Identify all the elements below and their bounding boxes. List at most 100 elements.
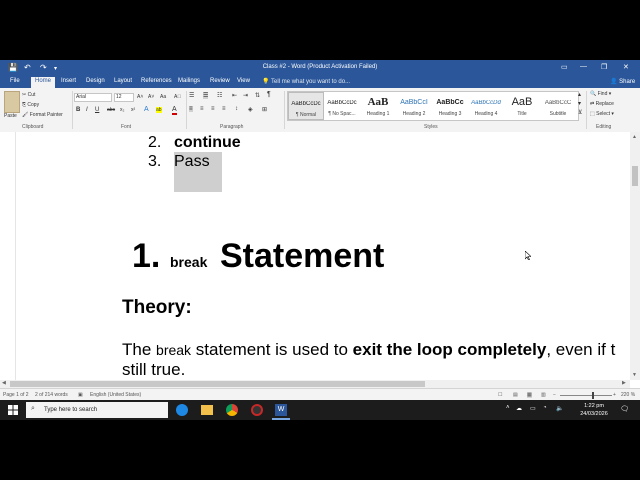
strikethrough-button[interactable]: abc (107, 107, 115, 113)
scroll-down-icon[interactable]: ▼ (632, 372, 637, 378)
styles-scroll-down-icon[interactable]: ▾ (578, 100, 581, 107)
tab-insert[interactable]: Insert (61, 78, 76, 84)
styles-more-icon[interactable]: ⊻ (578, 109, 582, 116)
ribbon-display-options-icon[interactable]: ▭ (561, 63, 568, 71)
align-center-icon[interactable]: ≡ (200, 106, 204, 112)
style-normal[interactable]: AaBbCcDc ¶ Normal (288, 92, 324, 120)
multilevel-list-icon[interactable]: ☷ (217, 92, 222, 99)
page-count[interactable]: Page 1 of 2 (3, 392, 29, 398)
borders-icon[interactable]: ⊞ (262, 106, 267, 113)
shading-icon[interactable]: ◈ (248, 106, 253, 113)
change-case-button[interactable]: Aa (160, 94, 166, 100)
font-size-box[interactable]: 12 (114, 93, 134, 102)
shrink-font-button[interactable]: A˅ (148, 94, 154, 100)
style-heading-1[interactable]: AaB Heading 1 (360, 92, 396, 120)
zoom-level[interactable]: 220 % (621, 392, 635, 398)
maximize-button[interactable]: ❐ (601, 63, 607, 71)
find-button[interactable]: 🔍 Find ▾ (590, 91, 611, 97)
cloud-icon[interactable]: ☁ (516, 405, 522, 412)
document-area[interactable]: 2. continue 3. Pass 1. break Statement T… (0, 132, 630, 388)
windows-start-icon[interactable] (8, 405, 18, 415)
scroll-left-icon[interactable]: ◀ (2, 380, 6, 386)
minimize-button[interactable]: — (580, 63, 587, 70)
paste-button[interactable]: Paste (4, 113, 17, 119)
word-taskbar-icon[interactable]: W (275, 404, 287, 416)
style-subtitle[interactable]: AaBbCcC Subtitle (540, 92, 576, 120)
proofing-icon[interactable]: ▣ (78, 392, 83, 398)
justify-icon[interactable]: ≡ (222, 106, 226, 112)
style-heading-4[interactable]: AaBbCcDd Heading 4 (468, 92, 504, 120)
select-button[interactable]: ⬚ Select ▾ (590, 111, 614, 117)
replace-button[interactable]: ⇄ Replace (590, 101, 614, 107)
notification-icon[interactable]: 🗨 (620, 405, 629, 413)
tab-layout[interactable]: Layout (114, 78, 132, 84)
tell-me-search[interactable]: 💡 Tell me what you want to do... (262, 78, 350, 85)
share-button[interactable]: 👤 Share (610, 78, 635, 85)
vertical-scrollbar[interactable]: ▲ ▼ (630, 132, 640, 380)
vertical-scroll-thumb[interactable] (632, 166, 638, 186)
focus-mode-icon[interactable]: ☐ (498, 392, 502, 398)
grow-font-button[interactable]: A˄ (137, 94, 143, 100)
style-no-spacing[interactable]: AaBbCcDc ¶ No Spac... (324, 92, 360, 120)
show-hide-icon[interactable]: ¶ (267, 91, 271, 98)
numbering-icon[interactable]: ☰ (203, 92, 209, 99)
horizontal-scroll-thumb[interactable] (10, 381, 425, 387)
align-right-icon[interactable]: ≡ (211, 106, 215, 112)
font-name-box[interactable]: Arial (74, 93, 112, 102)
taskbar-clock[interactable]: 1:22 pm 24/03/2026 (574, 402, 614, 418)
scroll-right-icon[interactable]: ▶ (622, 380, 626, 386)
superscript-button[interactable]: x² (131, 107, 135, 113)
zoom-out-icon[interactable]: − (553, 392, 556, 398)
horizontal-scrollbar[interactable]: ◀ ▶ (0, 380, 630, 388)
decrease-indent-icon[interactable]: ⇤ (232, 92, 237, 99)
text-effects-button[interactable]: A (144, 106, 149, 113)
tab-view[interactable]: View (237, 78, 250, 84)
sort-icon[interactable]: ⇅ (255, 92, 260, 99)
tab-design[interactable]: Design (86, 78, 105, 84)
edge-icon[interactable] (176, 404, 188, 416)
network-icon[interactable]: ◔ (543, 405, 547, 411)
bold-button[interactable]: B (76, 107, 80, 113)
style-title[interactable]: AaB Title (504, 92, 540, 120)
increase-indent-icon[interactable]: ⇥ (243, 92, 248, 99)
window-title: Class #2 - Word (Product Activation Fail… (262, 64, 378, 70)
style-heading-2[interactable]: AaBbCcI Heading 2 (396, 92, 432, 120)
bullets-icon[interactable]: ☰ (189, 92, 194, 99)
zoom-slider[interactable] (560, 395, 612, 396)
highlight-color-button[interactable]: ab (156, 107, 162, 113)
read-mode-icon[interactable]: ▤ (513, 392, 518, 398)
clear-formatting-button[interactable]: A⃠ (174, 94, 181, 100)
scroll-up-icon[interactable]: ▲ (632, 134, 637, 140)
app-icon[interactable] (251, 404, 263, 416)
format-painter-button[interactable]: 🖌 Format Painter (22, 112, 63, 118)
style-heading-3[interactable]: AaBbCc Heading 3 (432, 92, 468, 120)
volume-icon[interactable]: 🔈 (556, 405, 563, 412)
close-button[interactable]: ✕ (623, 63, 629, 71)
hidden-icons-chevron-icon[interactable]: ˄ (506, 405, 510, 411)
font-color-button[interactable]: A (172, 106, 177, 115)
italic-button[interactable]: I (86, 107, 88, 113)
tab-mailings[interactable]: Mailings (178, 78, 200, 84)
chrome-icon[interactable] (226, 404, 238, 416)
zoom-in-icon[interactable]: + (613, 392, 616, 398)
print-layout-icon[interactable]: ▦ (527, 392, 532, 398)
web-layout-icon[interactable]: ▥ (541, 392, 546, 398)
battery-icon[interactable]: ▭ (530, 405, 536, 412)
tab-file[interactable]: File (10, 78, 20, 84)
language[interactable]: English (United States) (90, 392, 141, 398)
tab-references[interactable]: References (141, 78, 172, 84)
tab-home[interactable]: Home (31, 77, 56, 88)
zoom-slider-handle[interactable] (592, 392, 594, 399)
cut-button[interactable]: ✂ Cut (22, 92, 35, 98)
paste-icon[interactable] (4, 91, 20, 113)
word-count[interactable]: 2 of 214 words (35, 392, 68, 398)
align-left-icon[interactable]: ≡ (189, 106, 193, 112)
tab-review[interactable]: Review (210, 78, 230, 84)
taskbar-search-box[interactable]: ⌕ Type here to search (26, 402, 168, 418)
copy-button[interactable]: ⎘ Copy (22, 102, 39, 108)
styles-scroll-up-icon[interactable]: ▴ (578, 91, 581, 98)
subscript-button[interactable]: x₂ (120, 107, 124, 113)
file-explorer-icon[interactable] (201, 405, 213, 415)
underline-button[interactable]: U (95, 107, 99, 113)
line-spacing-icon[interactable]: ↕ (235, 106, 238, 112)
